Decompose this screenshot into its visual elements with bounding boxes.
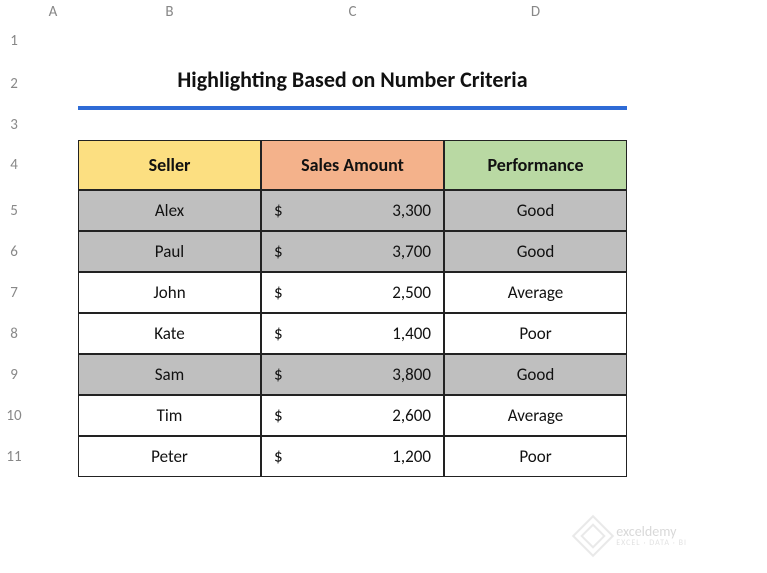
cell-B3[interactable] [78, 110, 261, 140]
table-header-seller[interactable]: Seller [78, 140, 261, 190]
sales-value: 2,500 [392, 282, 431, 303]
sales-value: 3,700 [392, 241, 431, 262]
table-cell-performance[interactable]: Poor [444, 313, 627, 354]
table-cell-sales[interactable]: $2,600 [261, 395, 444, 436]
cell-A2[interactable] [28, 58, 78, 110]
table-header-sales[interactable]: Sales Amount [261, 140, 444, 190]
cell-D1[interactable] [444, 24, 627, 58]
table-cell-performance[interactable]: Poor [444, 436, 627, 477]
cell-B1[interactable] [78, 24, 261, 58]
watermark: exceldemy EXCEL · DATA · BI [578, 521, 687, 551]
col-header-D[interactable]: D [444, 0, 627, 24]
table-cell-sales[interactable]: $3,300 [261, 190, 444, 231]
table-header-performance[interactable]: Performance [444, 140, 627, 190]
currency-symbol: $ [274, 446, 283, 467]
cell-A1[interactable] [28, 24, 78, 58]
cell-A5[interactable] [28, 190, 78, 231]
cell-A8[interactable] [28, 313, 78, 354]
table-cell-sales[interactable]: $1,200 [261, 436, 444, 477]
cell-A3[interactable] [28, 110, 78, 140]
col-header-B[interactable]: B [78, 0, 261, 24]
row-header-3[interactable]: 3 [0, 110, 28, 140]
cell-C3[interactable] [261, 110, 444, 140]
col-header-C[interactable]: C [261, 0, 444, 24]
currency-symbol: $ [274, 364, 283, 385]
col-header-A[interactable]: A [28, 0, 78, 24]
cell-C1[interactable] [261, 24, 444, 58]
table-cell-seller[interactable]: Paul [78, 231, 261, 272]
watermark-logo-icon [572, 515, 614, 557]
row-header-6[interactable]: 6 [0, 231, 28, 272]
sales-value: 2,600 [392, 405, 431, 426]
table-cell-performance[interactable]: Good [444, 354, 627, 395]
currency-symbol: $ [274, 323, 283, 344]
table-cell-sales[interactable]: $1,400 [261, 313, 444, 354]
row-header-1[interactable]: 1 [0, 24, 28, 58]
spreadsheet-grid: A B C D 1 2 Highlighting Based on Number… [0, 0, 767, 477]
watermark-tagline: EXCEL · DATA · BI [616, 539, 687, 547]
table-cell-sales[interactable]: $3,800 [261, 354, 444, 395]
sales-value: 3,800 [392, 364, 431, 385]
row-header-9[interactable]: 9 [0, 354, 28, 395]
table-cell-performance[interactable]: Average [444, 395, 627, 436]
table-cell-seller[interactable]: Kate [78, 313, 261, 354]
table-cell-seller[interactable]: Alex [78, 190, 261, 231]
table-cell-seller[interactable]: Peter [78, 436, 261, 477]
cell-A10[interactable] [28, 395, 78, 436]
row-header-10[interactable]: 10 [0, 395, 28, 436]
select-all-corner[interactable] [0, 0, 28, 24]
watermark-text: exceldemy EXCEL · DATA · BI [616, 525, 687, 547]
row-header-5[interactable]: 5 [0, 190, 28, 231]
currency-symbol: $ [274, 282, 283, 303]
page-title[interactable]: Highlighting Based on Number Criteria [78, 58, 627, 110]
row-header-7[interactable]: 7 [0, 272, 28, 313]
table-cell-sales[interactable]: $2,500 [261, 272, 444, 313]
sales-value: 1,400 [392, 323, 431, 344]
sales-value: 3,300 [392, 200, 431, 221]
table-cell-performance[interactable]: Good [444, 190, 627, 231]
currency-symbol: $ [274, 200, 283, 221]
table-cell-performance[interactable]: Good [444, 231, 627, 272]
row-header-4[interactable]: 4 [0, 140, 28, 190]
cell-A11[interactable] [28, 436, 78, 477]
row-header-2[interactable]: 2 [0, 58, 28, 110]
cell-D3[interactable] [444, 110, 627, 140]
row-header-11[interactable]: 11 [0, 436, 28, 477]
cell-A7[interactable] [28, 272, 78, 313]
table-cell-seller[interactable]: Tim [78, 395, 261, 436]
cell-A6[interactable] [28, 231, 78, 272]
table-cell-performance[interactable]: Average [444, 272, 627, 313]
row-header-8[interactable]: 8 [0, 313, 28, 354]
table-cell-sales[interactable]: $3,700 [261, 231, 444, 272]
table-cell-seller[interactable]: Sam [78, 354, 261, 395]
cell-A4[interactable] [28, 140, 78, 190]
currency-symbol: $ [274, 241, 283, 262]
currency-symbol: $ [274, 405, 283, 426]
cell-A9[interactable] [28, 354, 78, 395]
sales-value: 1,200 [392, 446, 431, 467]
table-cell-seller[interactable]: John [78, 272, 261, 313]
